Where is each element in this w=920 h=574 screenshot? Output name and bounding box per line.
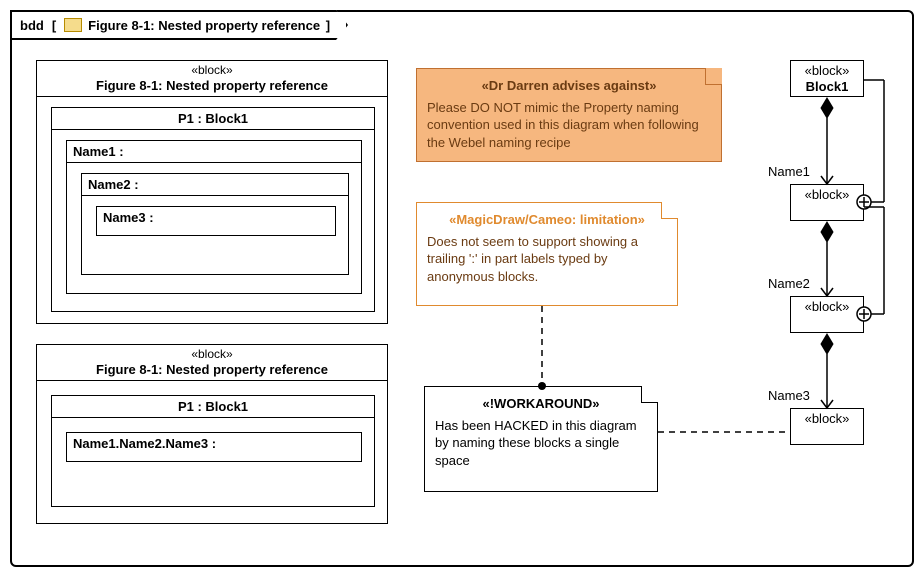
bracket-close: ] <box>322 18 330 33</box>
block-nested-header: «block» Figure 8-1: Nested property refe… <box>37 61 387 97</box>
bracket-open: [ <box>52 18 56 33</box>
chain-b0-name: Block1 <box>797 79 857 95</box>
path-nested-hdr: Name1.Name2.Name3 : <box>67 433 361 454</box>
noteC-body: Has been HACKED in this diagram by namin… <box>435 417 647 470</box>
note-fold-icon <box>641 386 658 403</box>
part-name2: Name2 : Name3 : <box>81 173 349 275</box>
composition-2 <box>821 222 833 296</box>
note-fold-icon <box>705 68 722 85</box>
noteB-stereo: «MagicDraw/Cameo: limitation» <box>427 211 667 229</box>
chain-label3: Name3 <box>768 388 810 403</box>
path-nested: Name1.Name2.Name3 : <box>66 432 362 462</box>
chain-anon1: «block» <box>790 184 864 221</box>
frame-tab: bdd [ Figure 8-1: Nested property refere… <box>10 10 348 40</box>
chain-anon3: «block» <box>790 408 864 445</box>
block-path: «block» Figure 8-1: Nested property refe… <box>36 344 388 524</box>
path-p1-hdr: P1 : Block1 <box>52 396 374 418</box>
chain-block1: «block» Block1 <box>790 60 864 97</box>
composition-1 <box>821 98 833 184</box>
chain-b2-stereo: «block» <box>797 299 857 315</box>
noteA-stereo: «Dr Darren advises against» <box>427 77 711 95</box>
part-name3-hdr: Name3 : <box>97 207 335 228</box>
part-name3: Name3 : <box>96 206 336 236</box>
frame-kind: bdd <box>20 18 44 33</box>
frame-title: Figure 8-1: Nested property reference <box>88 18 320 33</box>
block-nested-stereo: «block» <box>41 63 383 78</box>
part-name1: Name1 : Name2 : Name3 : <box>66 140 362 294</box>
block-path-stereo: «block» <box>41 347 383 362</box>
bdd-frame: bdd [ Figure 8-1: Nested property refere… <box>10 10 914 567</box>
block-path-name: Figure 8-1: Nested property reference <box>41 362 383 378</box>
diagram-canvas: bdd [ Figure 8-1: Nested property refere… <box>0 0 920 574</box>
note-fold-icon <box>661 202 678 219</box>
part-p1-hdr: P1 : Block1 <box>52 108 374 130</box>
noteB-body: Does not seem to support showing a trail… <box>427 233 667 286</box>
chain-label1: Name1 <box>768 164 810 179</box>
block-nested-name: Figure 8-1: Nested property reference <box>41 78 383 94</box>
part-name1-hdr: Name1 : <box>67 141 361 163</box>
composition-3 <box>821 334 833 408</box>
note-workaround: «!WORKAROUND» Has been HACKED in this di… <box>424 386 658 492</box>
noteC-stereo: «!WORKAROUND» <box>435 395 647 413</box>
note-advises-against: «Dr Darren advises against» Please DO NO… <box>416 68 722 162</box>
chain-anon2: «block» <box>790 296 864 333</box>
chain-label2: Name2 <box>768 276 810 291</box>
chain-b0-stereo: «block» <box>797 63 857 79</box>
block-nested: «block» Figure 8-1: Nested property refe… <box>36 60 388 324</box>
anchor-noteB <box>538 306 546 390</box>
block-path-header: «block» Figure 8-1: Nested property refe… <box>37 345 387 381</box>
noteA-body: Please DO NOT mimic the Property naming … <box>427 99 711 152</box>
chain-b1-stereo: «block» <box>797 187 857 203</box>
part-p1: P1 : Block1 Name1 : Name2 : Name3 : <box>51 107 375 312</box>
part-name2-hdr: Name2 : <box>82 174 348 196</box>
chain-b3-stereo: «block» <box>797 411 857 427</box>
note-limitation: «MagicDraw/Cameo: limitation» Does not s… <box>416 202 678 306</box>
bdd-icon <box>64 18 82 32</box>
path-p1: P1 : Block1 Name1.Name2.Name3 : <box>51 395 375 507</box>
